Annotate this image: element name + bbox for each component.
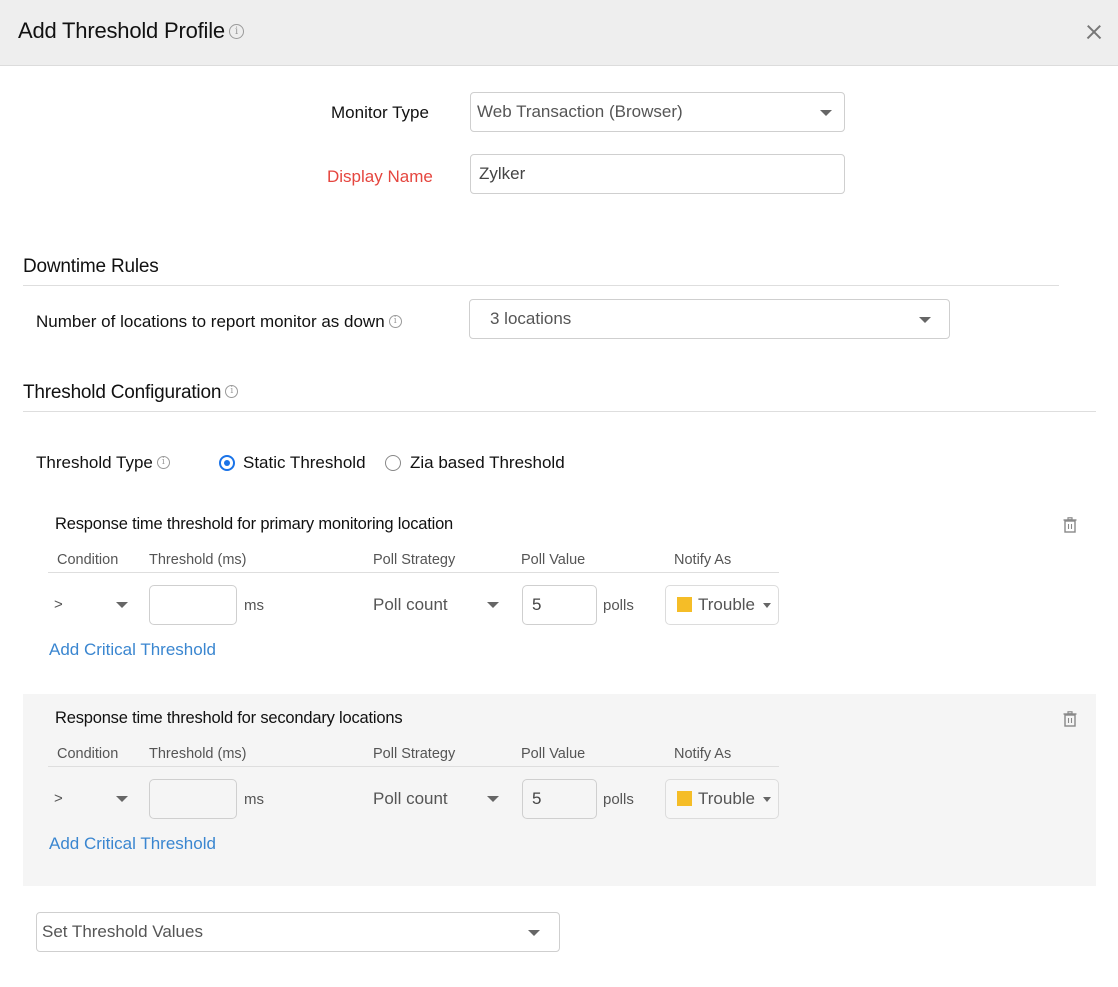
trash-icon[interactable] [1063,517,1077,533]
info-icon[interactable]: i [388,315,402,329]
poll-unit: polls [603,597,634,614]
column-header-poll-value: Poll Value [521,746,586,762]
add-critical-threshold-link[interactable]: Add Critical Threshold [49,834,216,854]
monitor-type-select[interactable]: Web Transaction (Browser) [470,92,845,132]
downtime-rules-title: Downtime Rules [23,256,159,277]
set-threshold-values-value: Set Threshold Values [42,922,203,941]
info-icon[interactable]: i [156,456,170,470]
info-icon[interactable]: i [228,23,244,39]
monitor-type-value: Web Transaction (Browser) [477,102,683,121]
threshold-unit: ms [244,791,264,808]
poll-value: 5 [532,595,542,614]
column-header-condition: Condition [57,552,119,568]
poll-unit: polls [603,791,634,808]
column-header-notify-as: Notify As [674,552,732,568]
threshold-config-title-text: Threshold Configuration [23,382,222,403]
column-header-poll-strategy: Poll Strategy [373,552,456,568]
chevron-down-icon [919,317,931,323]
close-icon[interactable] [1083,21,1105,43]
column-header-poll-strategy: Poll Strategy [373,746,456,762]
column-header-notify-as: Notify As [674,746,732,762]
dialog-header: Add Threshold Profile i [0,0,1118,66]
chevron-down-icon [487,796,499,802]
chevron-down-icon [116,602,128,608]
divider [23,411,1096,412]
trouble-color-swatch [677,791,692,806]
threshold-type-label-text: Threshold Type [36,453,153,472]
threshold-type-label: Threshold Type i [36,453,170,473]
divider [48,572,779,573]
info-icon[interactable]: i [225,385,239,399]
divider [48,766,779,767]
column-header-threshold: Threshold (ms) [149,746,247,762]
static-threshold-label[interactable]: Static Threshold [243,453,366,473]
monitor-type-label: Monitor Type [331,103,429,122]
poll-value-input[interactable]: 5 [522,585,597,625]
add-critical-threshold-link[interactable]: Add Critical Threshold [49,640,216,660]
zia-threshold-label[interactable]: Zia based Threshold [410,453,565,473]
notify-as-value: Trouble [698,789,756,808]
threshold-unit: ms [244,597,264,614]
display-name-input[interactable]: Zylker [470,154,845,194]
poll-value: 5 [532,789,542,808]
dialog-title: Add Threshold Profile i [18,18,244,44]
display-name-label: Display Name [327,167,433,186]
chevron-down-icon [116,796,128,802]
set-threshold-values-select[interactable]: Set Threshold Values [36,912,560,952]
threshold-input[interactable] [149,779,237,819]
chevron-down-icon [763,797,771,802]
secondary-block-title: Response time threshold for secondary lo… [55,709,403,727]
divider [23,285,1059,286]
poll-strategy-value: Poll count [373,595,448,614]
locations-value: 3 locations [490,309,572,328]
primary-block-title: Response time threshold for primary moni… [55,515,454,533]
display-name-value: Zylker [479,164,526,183]
column-header-condition: Condition [57,746,119,762]
column-header-threshold: Threshold (ms) [149,552,247,568]
chevron-down-icon [528,930,540,936]
notify-as-select[interactable]: Trouble [665,585,779,625]
dialog-title-text: Add Threshold Profile [18,18,225,43]
notify-as-select[interactable]: Trouble [665,779,779,819]
trouble-color-swatch [677,597,692,612]
notify-as-value: Trouble [698,595,756,614]
threshold-config-title: Threshold Configuration i [23,382,239,404]
locations-select[interactable]: 3 locations [469,299,950,339]
condition-value: > [54,790,63,807]
chevron-down-icon [820,110,832,116]
poll-strategy-value: Poll count [373,789,448,808]
static-threshold-radio[interactable] [219,455,235,471]
poll-value-input[interactable]: 5 [522,779,597,819]
locations-label: Number of locations to report monitor as… [36,312,402,332]
threshold-input[interactable] [149,585,237,625]
locations-label-text: Number of locations to report monitor as… [36,312,385,331]
trash-icon[interactable] [1063,711,1077,727]
column-header-poll-value: Poll Value [521,552,586,568]
zia-threshold-radio[interactable] [385,455,401,471]
condition-value: > [54,596,63,613]
chevron-down-icon [487,602,499,608]
chevron-down-icon [763,603,771,608]
